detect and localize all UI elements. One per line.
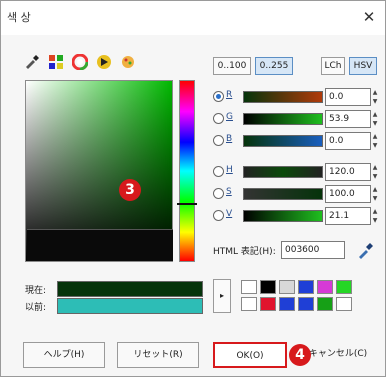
value-dark-region[interactable] xyxy=(27,229,173,261)
palette-swatch[interactable] xyxy=(317,280,333,294)
channel-radio-b[interactable] xyxy=(213,135,224,146)
channel-slider-v[interactable] xyxy=(243,210,323,222)
palette-swatch[interactable] xyxy=(241,297,257,311)
channel-radio-v[interactable] xyxy=(213,210,224,221)
ok-button[interactable]: OK(O) xyxy=(213,342,287,368)
reset-button[interactable]: リセット(R) xyxy=(117,342,199,368)
palette-swatch[interactable] xyxy=(260,297,276,311)
channel-label-g: G xyxy=(226,112,233,122)
palette-swatch[interactable] xyxy=(317,297,333,311)
annotation-badge-4: 4 xyxy=(289,344,311,366)
channel-row-h: H 120.0 ▲ ▼ xyxy=(213,163,381,181)
channel-row-s: S 100.0 ▲ ▼ xyxy=(213,185,381,203)
color-dialog: 색 상 ✕ 3 0..100 0..255 LCh HSV R 0.0 ▲ ▼ … xyxy=(0,0,386,377)
channel-slider-r[interactable] xyxy=(243,91,323,103)
channel-radio-r[interactable] xyxy=(213,91,224,102)
channel-input-v[interactable]: 21.1 xyxy=(325,207,371,225)
channel-slider-s[interactable] xyxy=(243,188,323,200)
html-notation-input[interactable]: 003600 xyxy=(281,241,345,259)
channel-radio-h[interactable] xyxy=(213,166,224,177)
channel-spin-r[interactable]: ▲ ▼ xyxy=(371,88,379,106)
eyedropper-icon[interactable] xyxy=(23,53,41,71)
channel-radio-s[interactable] xyxy=(213,188,224,199)
channel-label-b: B xyxy=(226,134,233,144)
crayon-icon[interactable] xyxy=(119,53,137,71)
title-bar: 색 상 ✕ xyxy=(1,1,385,35)
palette-swatch[interactable] xyxy=(336,297,352,311)
previous-color-swatch[interactable] xyxy=(57,298,203,314)
channel-radio-g[interactable] xyxy=(213,113,224,124)
channel-slider-g[interactable] xyxy=(243,113,323,125)
selector-tabs xyxy=(23,53,137,71)
triangle-wheel-icon[interactable] xyxy=(95,53,113,71)
palette-swatch[interactable] xyxy=(298,297,314,311)
previous-color-label: 以前: xyxy=(25,303,47,313)
color-wheel-icon[interactable] xyxy=(71,53,89,71)
channel-row-g: G 53.9 ▲ ▼ xyxy=(213,110,381,128)
channel-row-b: B 0.0 ▲ ▼ xyxy=(213,132,381,150)
channel-label-s: S xyxy=(226,187,232,197)
channel-label-v: V xyxy=(226,209,233,219)
channel-input-g[interactable]: 53.9 xyxy=(325,110,371,128)
channel-slider-b[interactable] xyxy=(243,135,323,147)
channel-spin-b[interactable]: ▲ ▼ xyxy=(371,132,379,150)
window-title: 색 상 xyxy=(7,11,31,24)
color-history-palette xyxy=(241,280,352,311)
palette-swatch[interactable] xyxy=(241,280,257,294)
channel-label-h: H xyxy=(226,165,233,175)
channel-row-v: V 21.1 ▲ ▼ xyxy=(213,207,381,225)
close-button[interactable]: ✕ xyxy=(359,7,379,27)
help-button[interactable]: ヘルプ(H) xyxy=(23,342,105,368)
channel-input-h[interactable]: 120.0 xyxy=(325,163,371,181)
palette-swatch[interactable] xyxy=(279,297,295,311)
hsv-button[interactable]: HSV xyxy=(349,57,377,75)
palette-swatch[interactable] xyxy=(260,280,276,294)
hue-slider-marker[interactable] xyxy=(177,203,197,205)
channel-spin-v[interactable]: ▲ ▼ xyxy=(371,207,379,225)
lch-button[interactable]: LCh xyxy=(321,57,345,75)
annotation-badge-3: 3 xyxy=(119,179,141,201)
current-color-swatch xyxy=(57,281,203,297)
color-picker-eyedropper-icon[interactable] xyxy=(355,241,375,261)
channel-input-s[interactable]: 100.0 xyxy=(325,185,371,203)
range-0-255-button[interactable]: 0..255 xyxy=(255,57,293,75)
palette-swatch[interactable] xyxy=(279,280,295,294)
palette-swatch[interactable] xyxy=(298,280,314,294)
channel-input-r[interactable]: 0.0 xyxy=(325,88,371,106)
channel-input-b[interactable]: 0.0 xyxy=(325,132,371,150)
channel-spin-g[interactable]: ▲ ▼ xyxy=(371,110,379,128)
channel-slider-h[interactable] xyxy=(243,166,323,178)
palette-swatch[interactable] xyxy=(336,280,352,294)
channel-row-r: R 0.0 ▲ ▼ xyxy=(213,88,381,106)
channel-spin-s[interactable]: ▲ ▼ xyxy=(371,185,379,203)
palette-icon[interactable] xyxy=(47,53,65,71)
hue-slider[interactable] xyxy=(179,80,195,262)
channel-label-r: R xyxy=(226,90,233,100)
palette-arrow-button[interactable]: ▸ xyxy=(213,279,231,313)
current-color-label: 現在: xyxy=(25,286,47,296)
html-notation-label: HTML 表記(H): xyxy=(213,247,276,257)
range-0-100-button[interactable]: 0..100 xyxy=(213,57,251,75)
channel-spin-h[interactable]: ▲ ▼ xyxy=(371,163,379,181)
